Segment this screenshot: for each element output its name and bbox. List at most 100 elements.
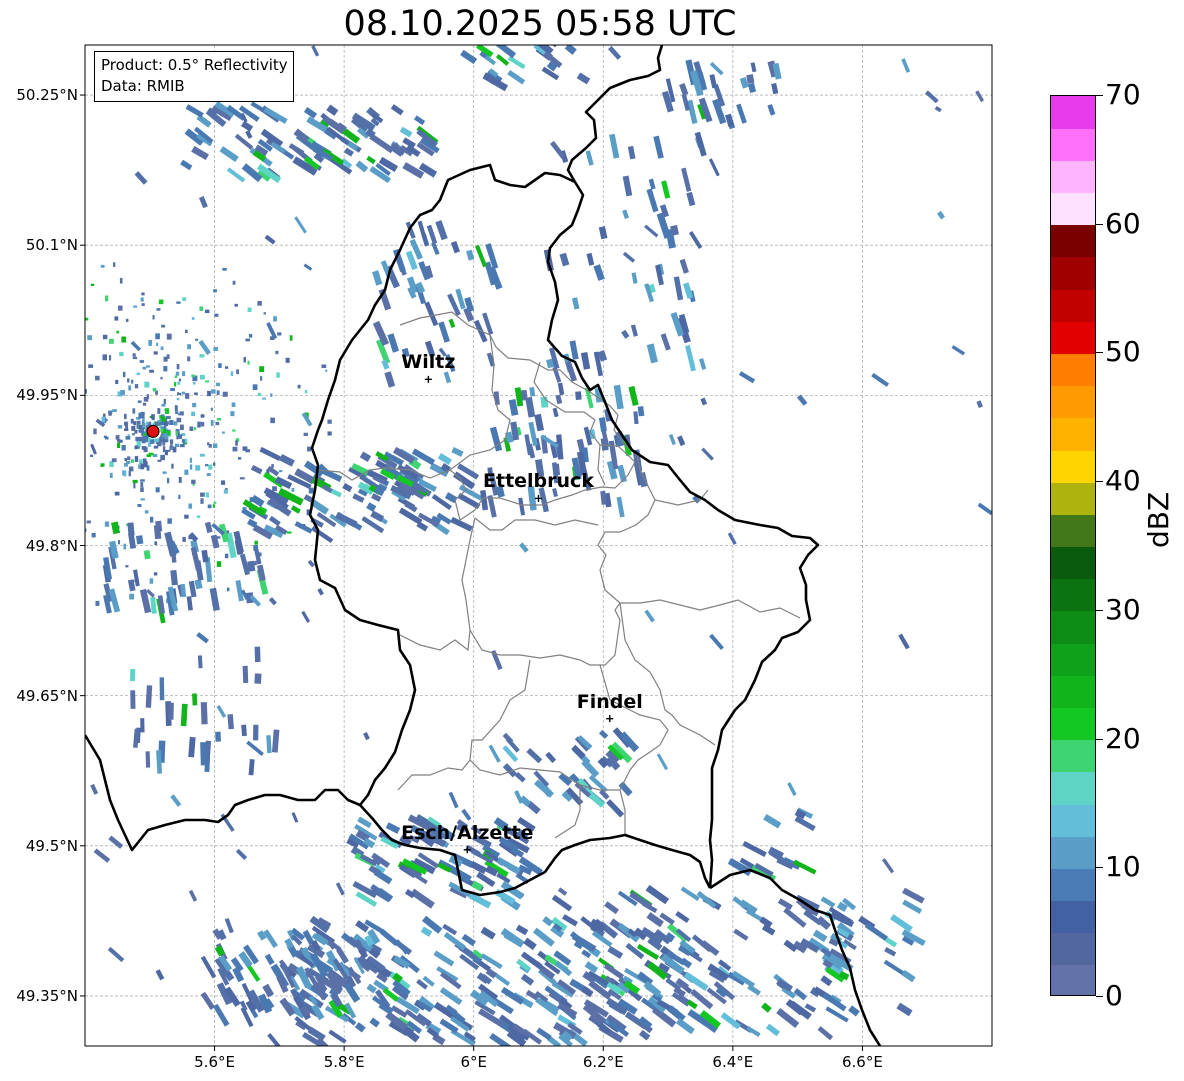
- echo-cell: [140, 498, 145, 501]
- echo-cell: [207, 390, 211, 397]
- echo-cell: [210, 407, 213, 411]
- echo-cell: [121, 336, 127, 343]
- lon-tick-label: 6°E: [460, 1053, 487, 1071]
- echo-cell: [174, 443, 180, 448]
- echo-cell: [259, 446, 281, 461]
- echo-cell: [254, 646, 261, 663]
- echo-cell: [254, 560, 257, 566]
- echo-cell: [519, 542, 529, 553]
- echo-cell: [572, 297, 580, 310]
- echo-cell: [369, 1017, 380, 1028]
- echo-cell: [677, 435, 686, 447]
- echo-cell: [622, 175, 633, 197]
- echo-cell: [122, 371, 126, 378]
- colorbar-tick-label: 30: [1105, 592, 1141, 626]
- echo-cell: [77, 332, 80, 335]
- colorbar-tick-label: 20: [1105, 721, 1141, 755]
- echo-cell: [64, 353, 69, 356]
- echo-cell: [109, 338, 114, 344]
- echo-cell: [151, 414, 155, 420]
- echo-cell: [197, 655, 203, 669]
- colorbar-segment: [1051, 385, 1095, 419]
- echo-cell: [646, 343, 659, 364]
- echo-cell: [160, 428, 164, 432]
- echo-cell: [128, 385, 132, 391]
- colorbar-tick-label: 70: [1105, 78, 1141, 111]
- colorbar-tick: [1096, 352, 1103, 354]
- echo-cell: [890, 914, 913, 933]
- echo-cell: [152, 315, 155, 320]
- echo-cell: [630, 324, 638, 337]
- echo-cell: [212, 504, 216, 508]
- radar-echoes: [9, 45, 992, 1046]
- echo-cell: [68, 451, 72, 453]
- echo-cell: [656, 753, 669, 771]
- echo-cell: [55, 337, 58, 340]
- echo-cell: [475, 244, 488, 268]
- echo-cell: [139, 360, 145, 363]
- echo-cell: [317, 588, 324, 596]
- echo-cell: [140, 463, 145, 470]
- echo-cell: [871, 372, 890, 387]
- echo-cell: [608, 45, 622, 60]
- echo-cell: [125, 318, 129, 322]
- echo-cell: [78, 510, 80, 513]
- echo-cell: [747, 82, 757, 94]
- echo-cell: [144, 510, 149, 514]
- echo-cell: [270, 393, 273, 397]
- echo-cell: [138, 412, 143, 419]
- echo-cell: [606, 799, 625, 818]
- colorbar-tick: [1096, 996, 1103, 997]
- echo-cell: [550, 140, 566, 159]
- echo-cell: [216, 705, 227, 718]
- echo-cell: [182, 297, 187, 301]
- echo-cell: [245, 449, 251, 453]
- echo-cell: [138, 459, 143, 464]
- echo-cell: [174, 382, 177, 387]
- echo-cell: [124, 428, 129, 432]
- echo-cell: [136, 535, 144, 545]
- echo-cell: [384, 371, 396, 388]
- echo-cell: [621, 329, 630, 339]
- echo-cell: [742, 841, 767, 857]
- echo-cell: [74, 433, 76, 438]
- echo-cell: [604, 901, 619, 915]
- echo-cell: [410, 888, 435, 909]
- echo-cell: [55, 423, 59, 428]
- echo-cell: [235, 848, 248, 861]
- echo-cell: [290, 505, 301, 514]
- echo-cell: [254, 673, 262, 684]
- echo-cell: [191, 146, 209, 161]
- echo-cell: [600, 490, 607, 505]
- echo-cell: [169, 420, 174, 426]
- echo-cell: [180, 703, 188, 727]
- echo-cell: [680, 886, 700, 902]
- echo-cell: [708, 158, 720, 177]
- echo-cell: [54, 326, 56, 331]
- echo-cell: [275, 350, 279, 355]
- echo-cell: [179, 411, 184, 416]
- echo-cell: [156, 342, 159, 347]
- colorbar-tick-label: 60: [1105, 206, 1141, 240]
- echo-cell: [95, 375, 100, 381]
- echo-cell: [124, 457, 127, 462]
- echo-cell: [977, 502, 992, 516]
- echo-cell: [149, 369, 154, 373]
- echo-cell: [158, 299, 164, 305]
- echo-cell: [9, 331, 12, 336]
- colorbar-tick: [1096, 223, 1103, 225]
- echo-cell: [197, 421, 201, 428]
- echo-cell: [424, 301, 439, 327]
- echo-cell: [116, 442, 121, 449]
- echo-cell: [153, 351, 158, 355]
- echo-cell: [184, 438, 188, 443]
- echo-cell: [232, 446, 238, 452]
- echo-cell: [278, 470, 283, 473]
- echo-cell: [154, 422, 159, 426]
- echo-cell: [976, 400, 983, 409]
- lon-tick-label: 6.4°E: [712, 1053, 754, 1071]
- colorbar-segment: [1051, 771, 1095, 805]
- echo-cell: [885, 937, 898, 948]
- echo-cell: [343, 147, 354, 157]
- echo-cell: [247, 560, 256, 572]
